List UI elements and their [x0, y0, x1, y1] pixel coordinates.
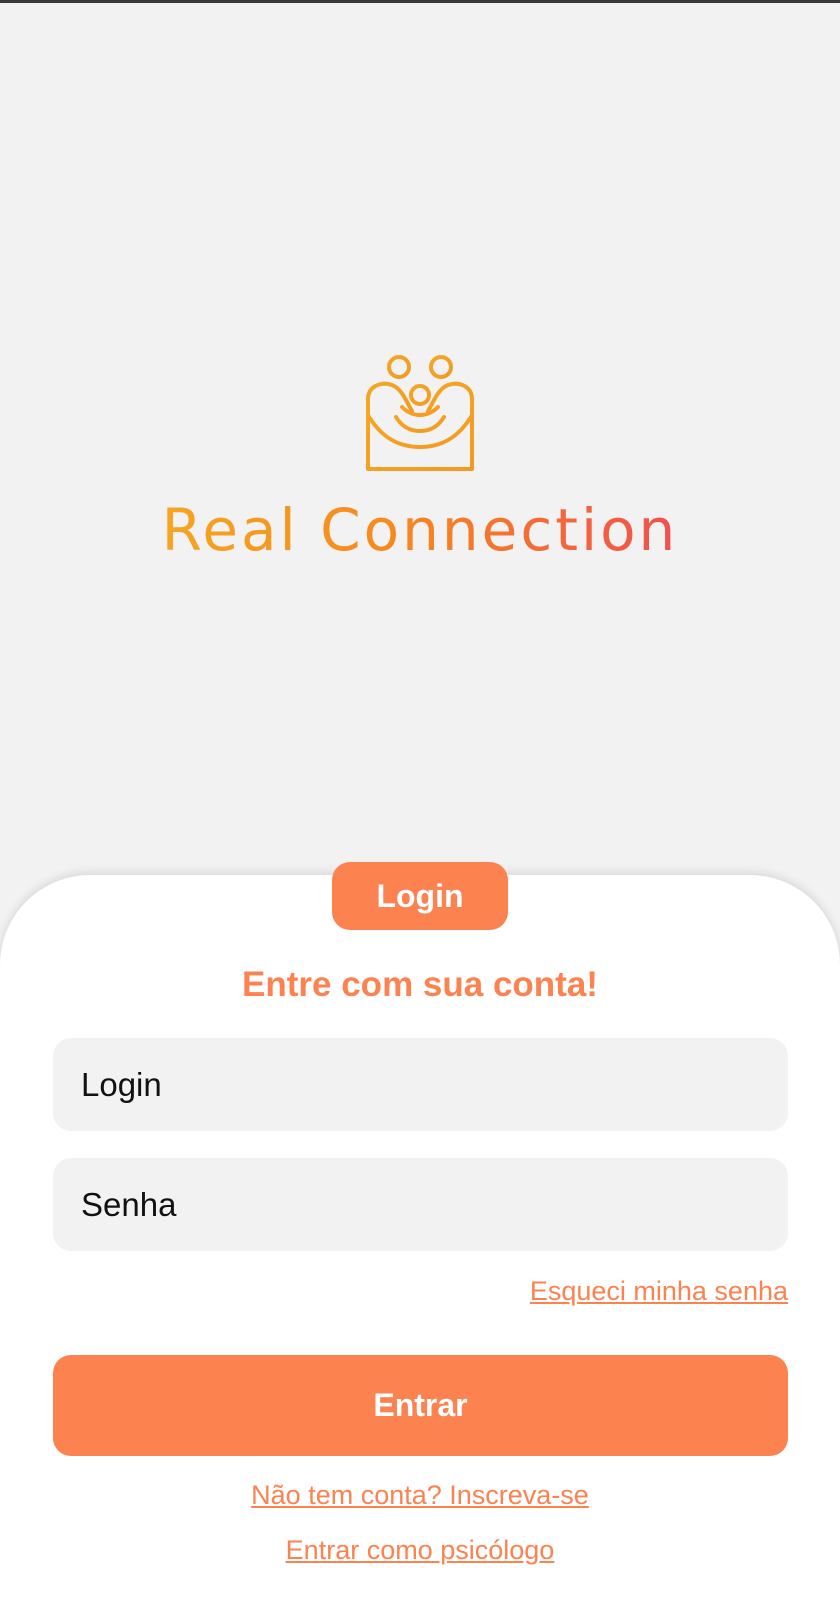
login-field[interactable] — [53, 1038, 788, 1131]
brand-name-wordmark: Real Connection — [162, 496, 679, 564]
enter-button[interactable]: Entrar — [53, 1355, 788, 1456]
psychologist-login-link[interactable]: Entrar como psicólogo — [286, 1535, 555, 1565]
brand-name: Real Connection — [162, 496, 679, 564]
signup-link[interactable]: Não tem conta? Inscreva-se — [251, 1480, 589, 1510]
signup-row: Não tem conta? Inscreva-se — [0, 1480, 840, 1511]
status-bar-edge — [0, 0, 840, 3]
family-embrace-icon — [366, 355, 474, 471]
password-input[interactable] — [79, 1184, 788, 1225]
sheet-title: Entre com sua conta! — [242, 965, 598, 1004]
brand-logo: Real Connection — [0, 355, 840, 565]
forgot-password-link[interactable]: Esqueci minha senha — [530, 1276, 788, 1307]
psychologist-row: Entrar como psicólogo — [0, 1535, 840, 1566]
login-tab[interactable]: Login — [332, 862, 508, 930]
login-screen: Real Connection Login Entre com sua cont… — [0, 0, 840, 1600]
password-field[interactable] — [53, 1158, 788, 1251]
login-input[interactable] — [79, 1064, 788, 1105]
